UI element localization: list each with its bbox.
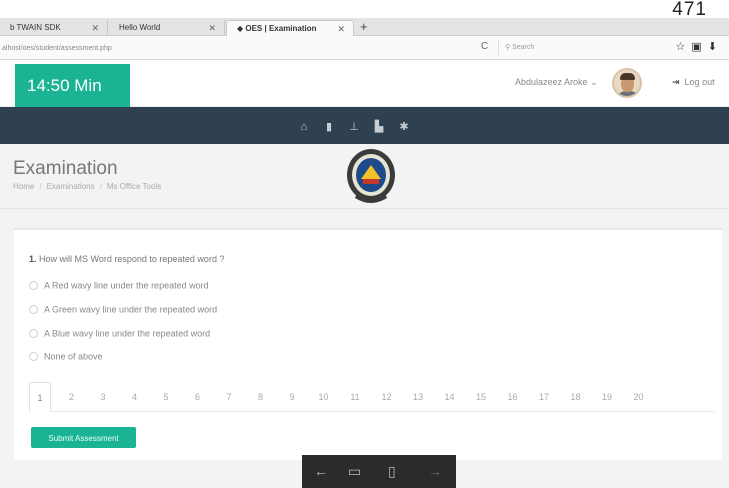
star-icon[interactable]: ☆ (676, 41, 692, 53)
page-link-1[interactable]: 1 (29, 382, 51, 412)
option-label: None of above (44, 351, 103, 362)
arrow-right-icon[interactable]: → (428, 463, 442, 479)
page-link-8[interactable]: 8 (250, 382, 272, 412)
page-link-6[interactable]: 6 (187, 382, 209, 412)
radio-button[interactable] (29, 329, 38, 339)
user-name: Abdulazeez Aroke (515, 77, 588, 87)
question-text: 1. How will MS Word respond to repeated … (29, 254, 224, 264)
book-icon[interactable]: ▙ (373, 121, 385, 133)
trash-icon[interactable]: ▯ (388, 463, 396, 480)
close-icon[interactable]: ✕ (337, 21, 345, 37)
download-icon[interactable]: ⬇ (708, 41, 723, 53)
clipboard-icon[interactable]: ▣ (691, 41, 707, 53)
page-link-3[interactable]: 3 (92, 382, 114, 412)
option-label: A Red wavy line under the repeated word (44, 280, 209, 291)
browser-tab-hello-world[interactable]: Hello World ✕ (109, 20, 225, 36)
radio-button[interactable] (29, 352, 38, 362)
page-link-19[interactable]: 19 (596, 382, 618, 412)
gear-icon[interactable]: ✱ (398, 121, 410, 133)
file-icon[interactable]: ▮ (323, 121, 335, 133)
address-bar-row: alhost/oes/student/assessment.php C ⚲ Se… (0, 36, 729, 60)
countdown-timer: 14:50 Min (15, 64, 130, 107)
page-link-2[interactable]: 2 (61, 382, 83, 412)
option-c[interactable]: A Blue wavy line under the repeated word (29, 327, 210, 339)
breadcrumb: Home / Examinations / Ms Office Tools (13, 182, 162, 191)
institution-emblem (347, 149, 395, 203)
browser-tab-bar: b TWAIN SDK ✕ Hello World ✕ ◆ OES | Examin… (0, 18, 729, 36)
new-tab-button[interactable]: + (360, 19, 368, 34)
breadcrumb-examinations[interactable]: Examinations (47, 182, 95, 191)
search-placeholder: Search (512, 44, 535, 51)
page-link-16[interactable]: 16 (502, 382, 524, 412)
breadcrumb-current: Ms Office Tools (106, 182, 162, 191)
page-link-18[interactable]: 18 (565, 382, 587, 412)
search-input[interactable]: ⚲ Search (498, 40, 648, 55)
page-link-4[interactable]: 4 (124, 382, 146, 412)
browser-tab-examination[interactable]: ◆ OES | Examination ✕ (226, 20, 354, 36)
page-link-13[interactable]: 13 (407, 382, 429, 412)
option-b[interactable]: A Green wavy line under the repeated wor… (29, 303, 217, 315)
avatar[interactable] (612, 68, 642, 98)
question-pagination: 1 2 3 4 5 6 7 8 9 10 11 12 13 14 15 16 17 18 19 20 (29, 382, 715, 412)
question-number: 1. (29, 254, 37, 264)
logout-label: Log out (684, 77, 715, 87)
radio-button[interactable] (29, 281, 38, 291)
option-a[interactable]: A Red wavy line under the repeated word (29, 279, 209, 291)
browser-toolbar-icons: ☆▣⬇ (676, 40, 724, 53)
page-link-5[interactable]: 5 (155, 382, 177, 412)
user-icon[interactable]: ⊥ (348, 121, 360, 133)
page-number: 471 (672, 0, 707, 20)
page-link-15[interactable]: 15 (470, 382, 492, 412)
window-icon[interactable]: ▭ (348, 463, 361, 480)
app-header: 14:50 Min Abdulazeez Aroke ⌄ ⇥ Log out (0, 61, 729, 107)
option-label: A Green wavy line under the repeated wor… (44, 304, 218, 315)
page-link-10[interactable]: 10 (313, 382, 335, 412)
logout-button[interactable]: ⇥ Log out (672, 77, 715, 88)
page-link-14[interactable]: 14 (439, 382, 461, 412)
tab-label: b TWAIN SDK (10, 23, 61, 32)
page-link-17[interactable]: 17 (533, 382, 555, 412)
chevron-down-icon: ⌄ (590, 77, 598, 87)
viewer-toolbar: ← ▭ ▯ → (302, 455, 456, 488)
close-icon[interactable]: ✕ (208, 20, 216, 36)
page-link-9[interactable]: 9 (281, 382, 303, 412)
option-d[interactable]: None of above (29, 350, 103, 362)
breadcrumb-home[interactable]: Home (13, 182, 34, 191)
home-icon[interactable]: ⌂ (298, 121, 310, 133)
url-field[interactable]: alhost/oes/student/assessment.php (0, 42, 470, 55)
radio-button[interactable] (29, 305, 38, 315)
option-label: A Blue wavy line under the repeated word (44, 328, 211, 339)
arrow-left-icon[interactable]: ← (314, 463, 328, 479)
page-link-20[interactable]: 20 (628, 382, 650, 412)
page-link-11[interactable]: 11 (344, 382, 366, 412)
close-icon[interactable]: ✕ (91, 20, 99, 36)
page-title: Examination (13, 158, 118, 179)
reload-icon[interactable]: C (481, 41, 488, 52)
main-navbar: ⌂ ▮ ⊥ ▙ ✱ (0, 107, 729, 144)
tab-label: OES | Examination (245, 24, 317, 33)
submit-assessment-button[interactable]: Submit Assessment (31, 427, 136, 448)
question-label: How will MS Word respond to repeated wor… (39, 254, 225, 264)
page-link-7[interactable]: 7 (218, 382, 240, 412)
tab-label: Hello World (119, 23, 161, 32)
page-link-12[interactable]: 12 (376, 382, 398, 412)
user-menu[interactable]: Abdulazeez Aroke ⌄ (515, 77, 598, 88)
sign-out-icon: ⇥ (672, 77, 680, 87)
browser-tab-twain[interactable]: b TWAIN SDK ✕ (0, 20, 108, 36)
